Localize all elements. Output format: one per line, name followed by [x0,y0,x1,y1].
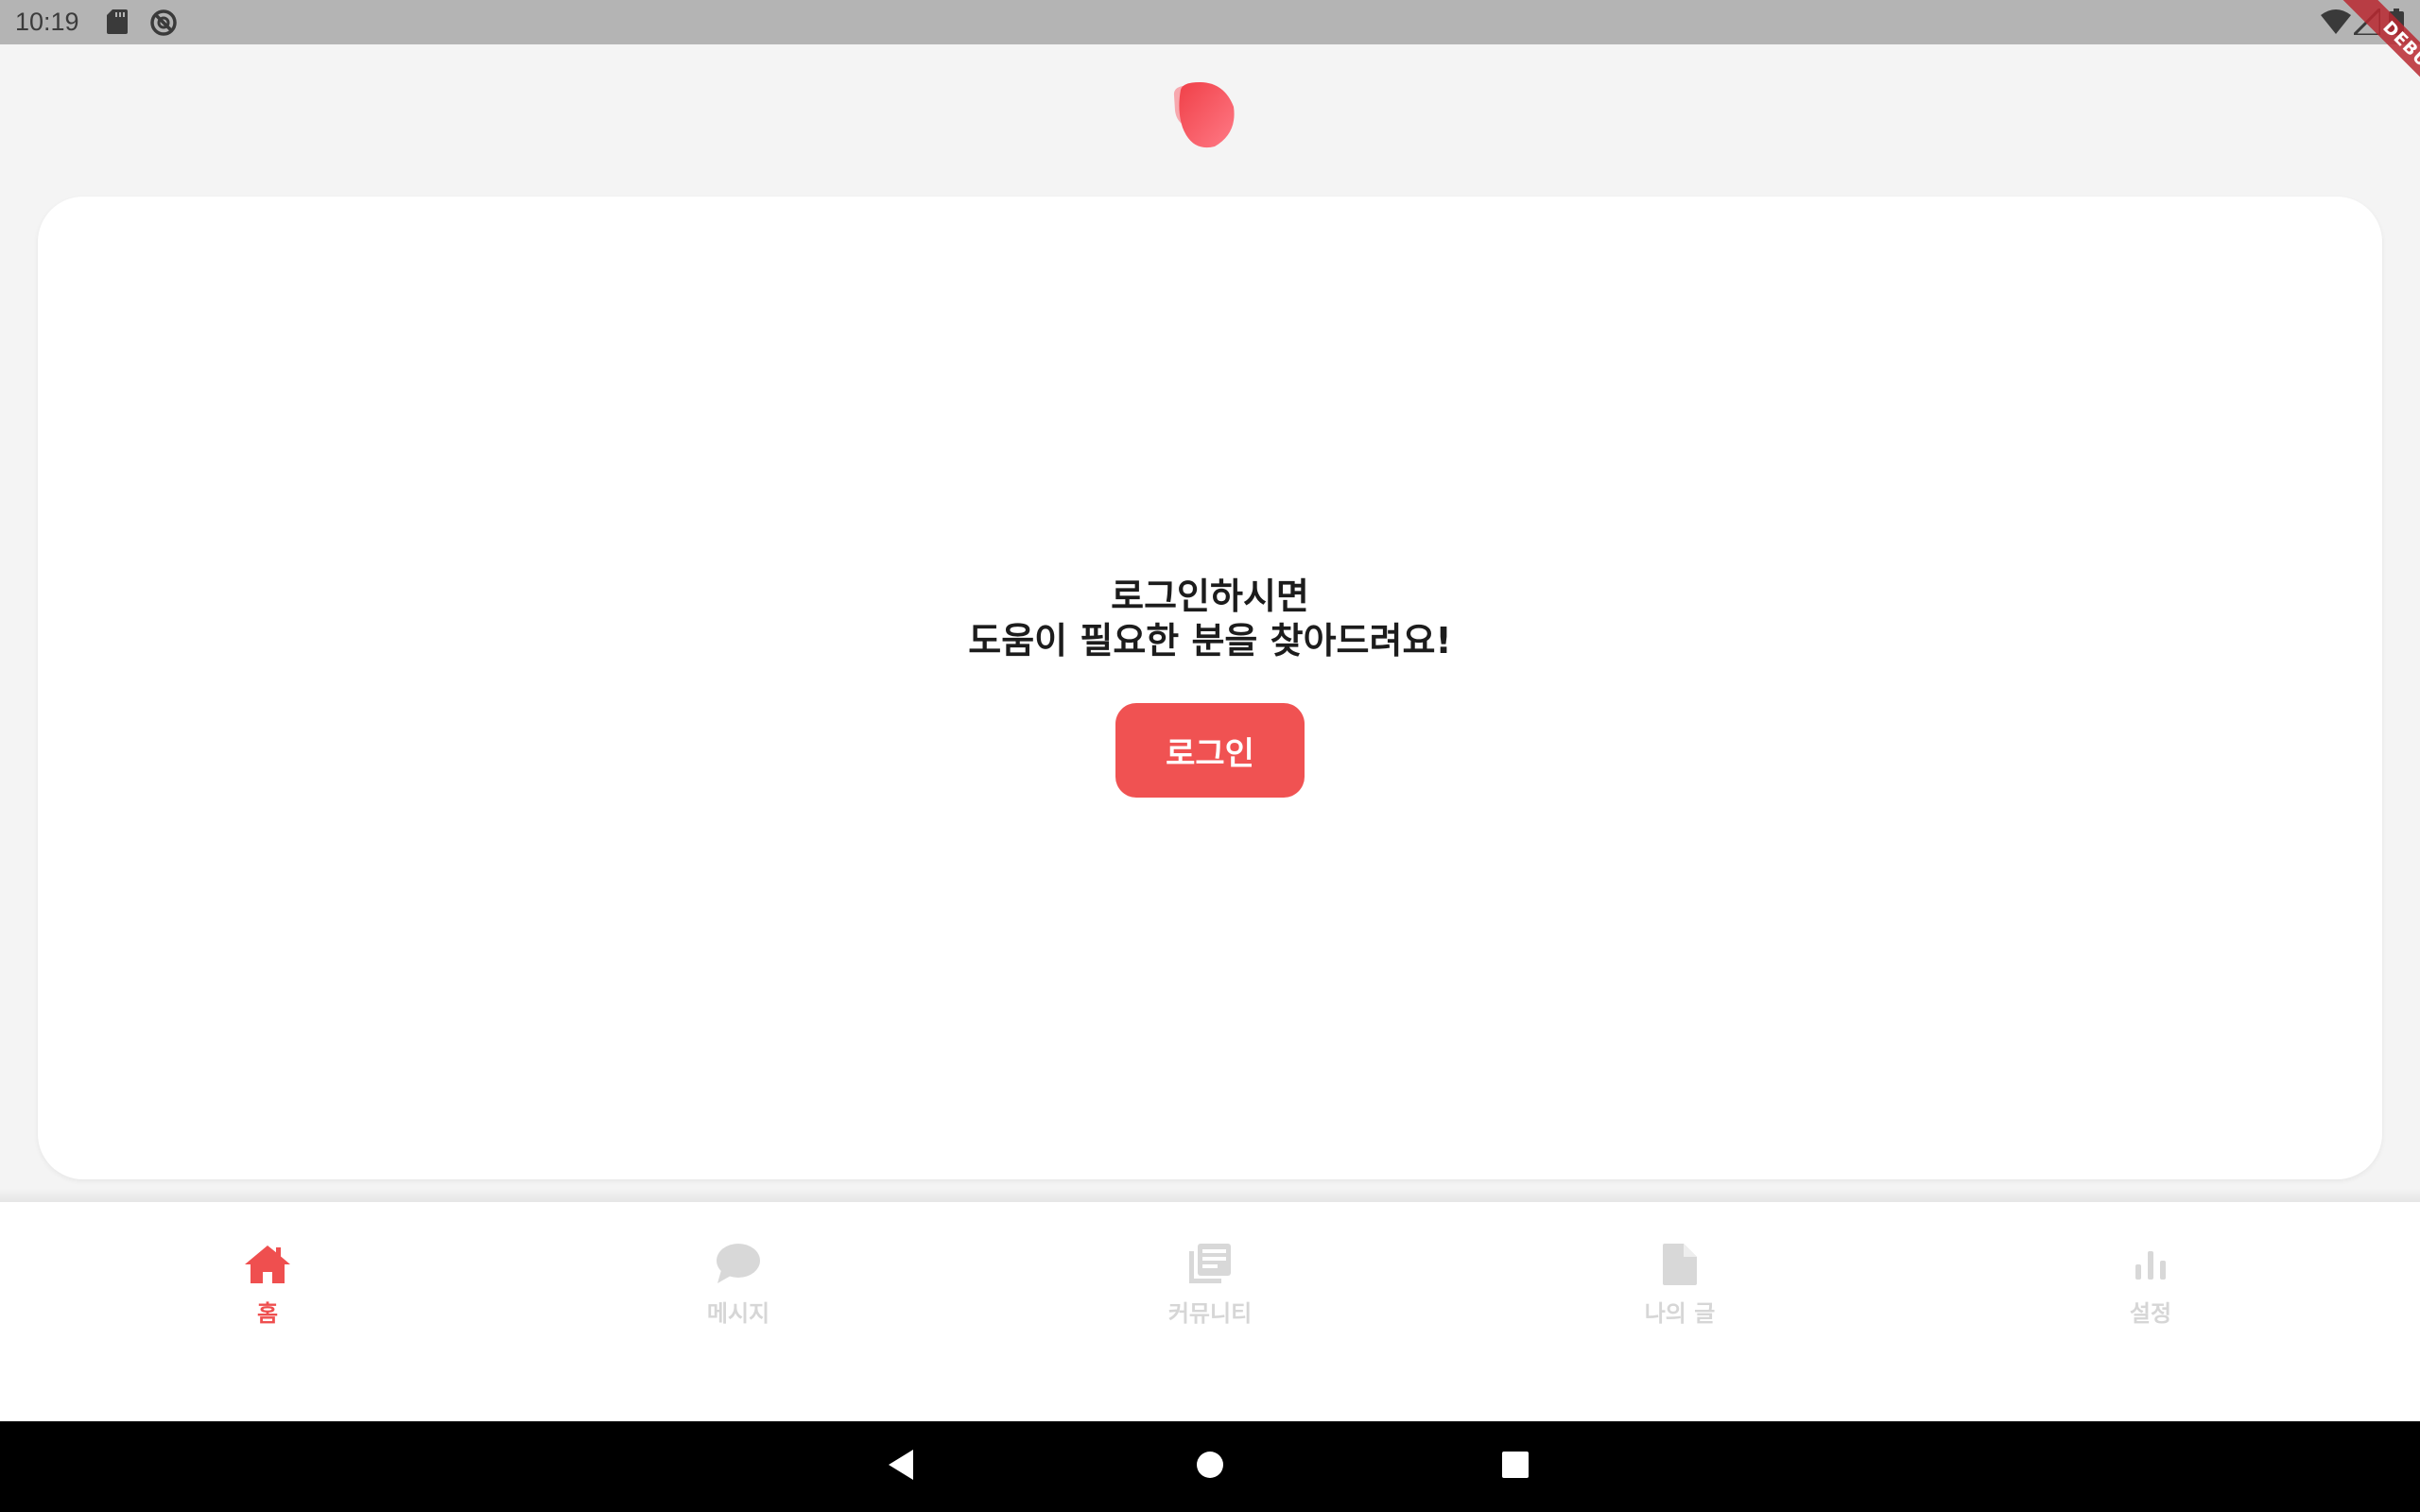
wifi-icon [2321,9,2351,34]
document-icon [1663,1244,1697,1285]
bar-chart-icon [2135,1251,2166,1280]
nav-item-community[interactable]: 커뮤니티 [1115,1240,1305,1344]
chat-bubble-icon [717,1244,760,1283]
bottom-nav-shadow [0,1189,2420,1202]
battery-icon [2389,9,2404,35]
login-button[interactable]: 로그인 [1115,703,1305,798]
back-icon[interactable] [887,1448,915,1482]
nav-item-settings[interactable]: 설정 [2056,1240,2245,1344]
nav-label-my-posts: 나의 글 [1644,1300,1716,1327]
do-not-disturb-icon [150,9,177,36]
login-prompt-message: 로그인하시면 도움이 필요한 분을 찾아드려요! [38,575,2382,663]
newspaper-icon [1189,1244,1231,1283]
login-prompt-line1: 로그인하시면 [1111,576,1309,617]
sd-card-icon [107,9,128,34]
nav-label-community: 커뮤니티 [1167,1300,1253,1327]
android-navigation-bar [0,1421,2420,1512]
nav-label-settings: 설정 [2129,1300,2172,1327]
home-circle-icon[interactable] [1195,1448,1225,1482]
nav-item-messages[interactable]: 메시지 [644,1240,833,1344]
bottom-navigation: 홈 메시지 커뮤니티 나의 글 설정 [0,1202,2420,1421]
nav-label-messages: 메시지 [706,1300,770,1327]
recents-icon[interactable] [1500,1448,1530,1482]
nav-item-home[interactable]: 홈 [173,1240,362,1344]
app-logo-icon [1173,82,1235,148]
home-icon [245,1246,290,1283]
login-prompt-line2: 도움이 필요한 분을 찾아드려요! [968,620,1452,662]
signal-icon [2354,9,2380,35]
status-time: 10:19 [15,8,79,36]
status-bar: 10:19 [0,0,2420,44]
nav-label-home: 홈 [256,1300,279,1327]
login-prompt-card: 로그인하시면 도움이 필요한 분을 찾아드려요! 로그인 [38,197,2382,1179]
nav-item-my-posts[interactable]: 나의 글 [1585,1240,1774,1344]
